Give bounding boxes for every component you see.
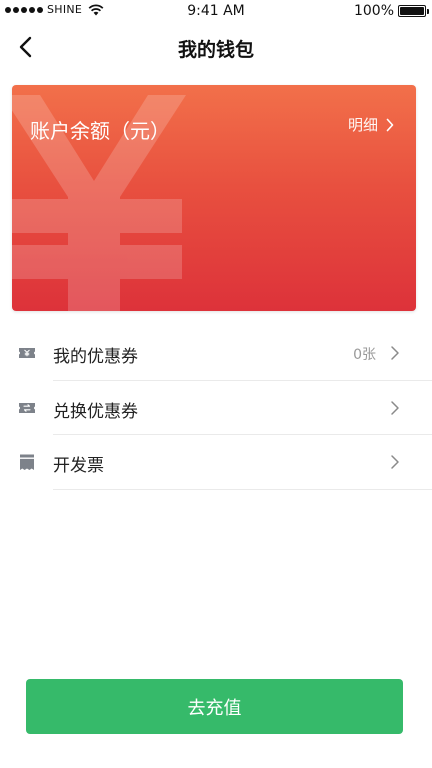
wallet-menu: 我的优惠券 0张 兑换优惠券 开发票: [0, 326, 432, 490]
menu-item-label: 兑换优惠券: [53, 401, 138, 422]
menu-item-label: 我的优惠券: [53, 347, 138, 367]
chevron-right-icon: [386, 118, 394, 131]
divider: [53, 488, 432, 490]
menu-item-my-coupons[interactable]: 我的优惠券 0张: [0, 326, 432, 381]
balance-card: 账户余额（元） 明细: [12, 85, 416, 311]
battery-icon: [398, 5, 429, 17]
invoice-icon: [20, 454, 34, 470]
recharge-button[interactable]: 去充值: [26, 679, 403, 734]
nav-bar: 我的钱包: [0, 22, 432, 72]
page-title: 我的钱包: [177, 39, 254, 61]
detail-label: 明细: [347, 116, 378, 134]
menu-item-invoice[interactable]: 开发票: [0, 435, 432, 490]
status-right: 100%: [353, 3, 429, 19]
detail-link[interactable]: 明细: [348, 114, 394, 135]
menu-item-redeem-coupon[interactable]: 兑换优惠券: [0, 381, 432, 435]
menu-item-label: 开发票: [53, 456, 104, 476]
coupon-exchange-icon: [19, 402, 35, 413]
coupon-icon: [19, 348, 35, 358]
coupon-count: 0张: [353, 347, 376, 363]
battery-percent: 100%: [353, 3, 394, 19]
status-bar: SHINE 9:41 AM 100%: [0, 0, 432, 22]
wallet-screen: SHINE 9:41 AM 100% 我的钱包 账户余额（元） 明细 我的优惠券…: [0, 0, 432, 768]
balance-title: 账户余额（元）: [30, 119, 170, 143]
chevron-right-icon: [391, 346, 399, 360]
chevron-right-icon: [391, 455, 399, 469]
chevron-right-icon: [391, 400, 399, 415]
